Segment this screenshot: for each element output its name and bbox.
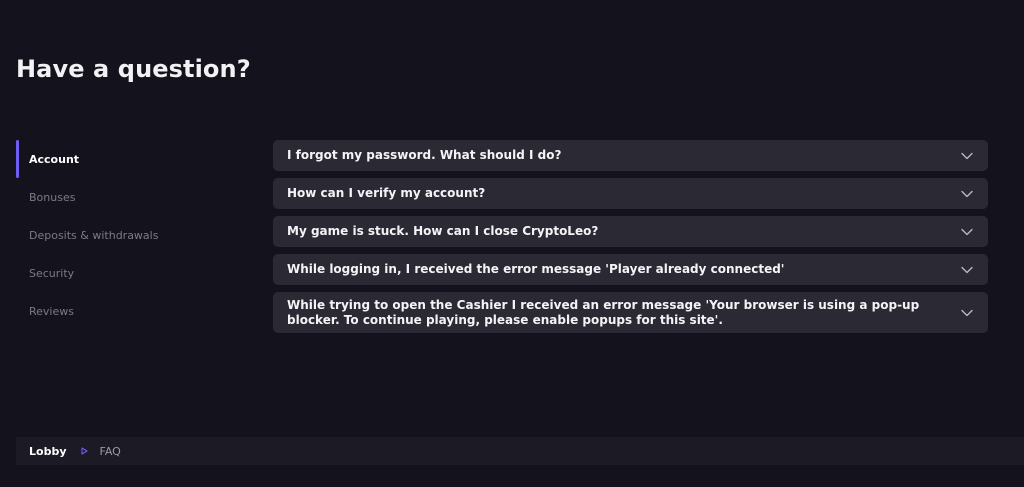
- faq-item-forgot-password[interactable]: I forgot my password. What should I do?: [273, 140, 988, 171]
- faq-question: While logging in, I received the error m…: [287, 262, 785, 276]
- chevron-down-icon: [960, 149, 974, 163]
- sidebar-item-reviews[interactable]: Reviews: [16, 292, 236, 330]
- sidebar-item-label: Reviews: [29, 304, 74, 318]
- triangle-right-icon: [80, 447, 88, 455]
- faq-category-sidebar: Account Bonuses Deposits & withdrawals S…: [16, 140, 236, 330]
- faq-item-popup-blocker[interactable]: While trying to open the Cashier I recei…: [273, 292, 988, 333]
- faq-accordion-list: I forgot my password. What should I do? …: [273, 140, 988, 340]
- sidebar-item-security[interactable]: Security: [16, 254, 236, 292]
- faq-question: How can I verify my account?: [287, 186, 486, 200]
- breadcrumb-lobby-link[interactable]: Lobby: [29, 445, 67, 458]
- sidebar-item-label: Deposits & withdrawals: [29, 228, 159, 242]
- faq-question: While trying to open the Cashier I recei…: [287, 297, 920, 327]
- breadcrumb-current-faq: FAQ: [99, 444, 121, 458]
- chevron-down-icon: [960, 306, 974, 320]
- breadcrumb: Lobby FAQ: [16, 437, 1024, 465]
- chevron-down-icon: [960, 225, 974, 239]
- sidebar-item-label: Account: [29, 152, 80, 166]
- faq-page: Have a question? Account Bonuses Deposit…: [0, 0, 1024, 487]
- sidebar-item-bonuses[interactable]: Bonuses: [16, 178, 236, 216]
- faq-item-verify-account[interactable]: How can I verify my account?: [273, 178, 988, 209]
- faq-question: I forgot my password. What should I do?: [287, 148, 562, 162]
- page-title: Have a question?: [16, 55, 251, 83]
- sidebar-item-deposits-withdrawals[interactable]: Deposits & withdrawals: [16, 216, 236, 254]
- sidebar-item-label: Bonuses: [29, 190, 76, 204]
- faq-question: My game is stuck. How can I close Crypto…: [287, 224, 599, 238]
- chevron-down-icon: [960, 187, 974, 201]
- chevron-down-icon: [960, 263, 974, 277]
- sidebar-item-account[interactable]: Account: [16, 140, 236, 178]
- faq-item-game-stuck[interactable]: My game is stuck. How can I close Crypto…: [273, 216, 988, 247]
- sidebar-item-label: Security: [29, 266, 75, 280]
- faq-item-player-already-connected[interactable]: While logging in, I received the error m…: [273, 254, 988, 285]
